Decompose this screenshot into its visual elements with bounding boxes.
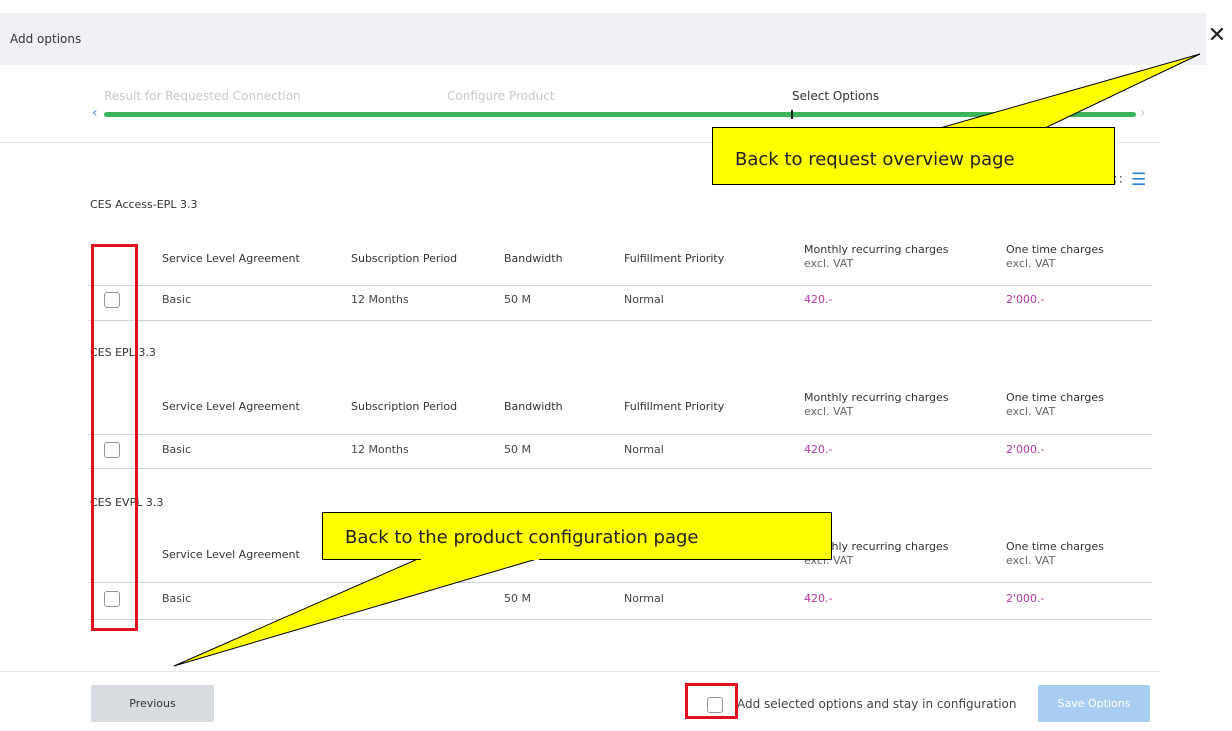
callout-top-pointer [939, 53, 1201, 129]
callout-pointers [173, 53, 1201, 667]
callout-top: Back to request overview page [712, 127, 1115, 185]
callout-bottom-join [421, 557, 539, 560]
callout-bottom: Back to the product configuration page [322, 512, 832, 560]
callout-bottom-pointer [173, 557, 541, 667]
callout-top-join [713, 128, 1114, 130]
